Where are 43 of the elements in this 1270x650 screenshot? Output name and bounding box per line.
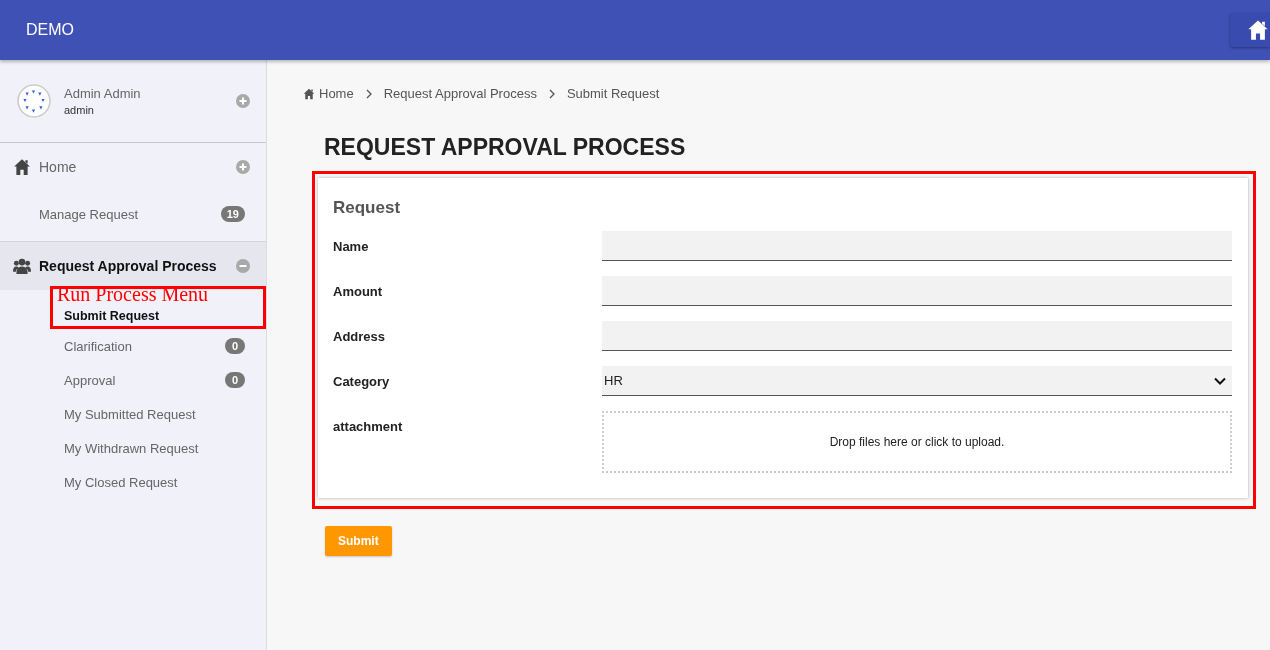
count-badge: 19: [220, 206, 245, 222]
input-field[interactable]: [602, 276, 1232, 306]
menu-section[interactable]: Home: [0, 143, 266, 191]
input-field[interactable]: [602, 321, 1232, 351]
home-icon: [303, 87, 315, 100]
avatar-icon: [17, 84, 51, 118]
menu-item[interactable]: My Submitted Request: [0, 397, 266, 431]
count-badge: 0: [225, 338, 245, 354]
users-icon: [12, 257, 32, 275]
upload-area[interactable]: Drop files here or click to upload.: [602, 411, 1232, 473]
field-label: attachment: [333, 418, 404, 434]
field-label: Name: [333, 238, 370, 254]
menu-item[interactable]: Approval 0: [0, 363, 266, 397]
menu-section[interactable]: Request Approval Process: [0, 242, 266, 290]
expand-icon: [236, 94, 250, 108]
breadcrumb-link[interactable]: Request Approval Process: [383, 86, 537, 101]
chevron-icon: [548, 88, 555, 99]
user-name: Admin Admin: [64, 86, 142, 101]
form-title: Request: [333, 198, 402, 218]
expand-icon: [236, 160, 250, 174]
menu-item[interactable]: Clarification 0: [0, 329, 266, 363]
menu-label: Request Approval Process: [39, 258, 218, 274]
user-login: admin: [64, 104, 95, 116]
menu-item[interactable]: My Closed Request: [0, 465, 266, 499]
menu-item[interactable]: Manage Request 19: [0, 191, 266, 241]
chevron-icon: [365, 88, 372, 99]
field-label: Category: [333, 373, 391, 389]
home-button[interactable]: [1230, 13, 1270, 47]
app-title: DEMO: [26, 21, 74, 39]
home-icon: [1246, 19, 1270, 41]
select-field[interactable]: HR: [602, 366, 1232, 396]
field-label: Amount: [333, 283, 384, 299]
count-badge: 0: [225, 372, 245, 388]
breadcrumb-link[interactable]: Submit Request: [566, 86, 660, 101]
page-title: REQUEST APPROVAL PROCESS: [324, 134, 687, 161]
field-label: Address: [333, 328, 387, 344]
menu-item[interactable]: My Withdrawn Request: [0, 431, 266, 465]
menu-label: Home: [39, 159, 78, 175]
input-field[interactable]: [602, 231, 1232, 261]
collapse-icon: [236, 259, 250, 273]
breadcrumb-link[interactable]: Home: [303, 86, 354, 101]
home-icon: [12, 158, 32, 176]
chevron-down-icon: [1214, 376, 1226, 385]
